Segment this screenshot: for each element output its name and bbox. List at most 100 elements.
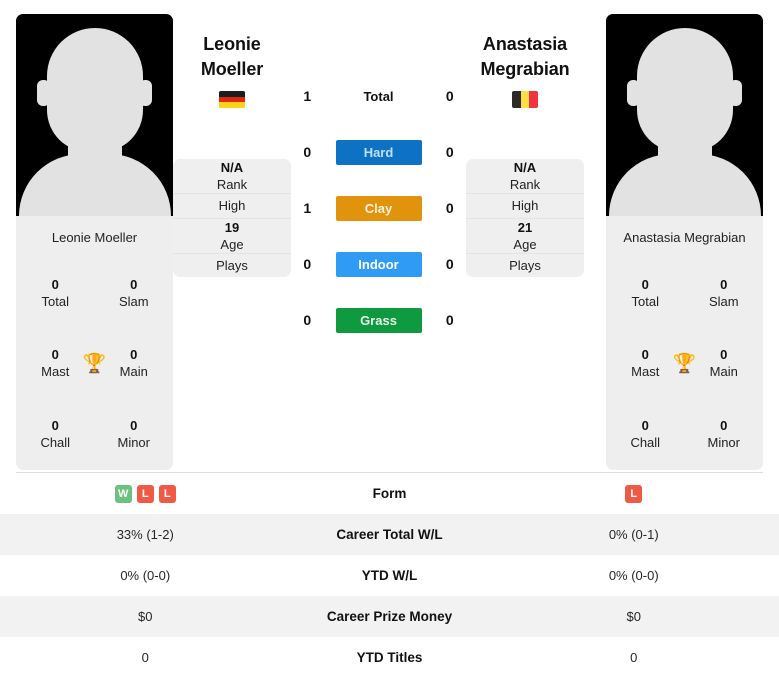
title-label: Chall [40,435,71,451]
players-comparison-header: Leonie Moeller 0 Total 0 Slam 0 Mast 🏆 0… [0,0,779,472]
form-badge[interactable]: L [136,484,154,503]
right-rank-label: Rank [509,177,541,192]
left-plays-label: Plays [216,257,248,273]
left-player-titles: 0 Total 0 Slam 0 Mast 🏆 0 Main 0 Chall 0… [16,258,173,470]
stat-label-ytd-wl: YTD W/L [361,568,418,583]
surface-label-total: Total [363,88,394,104]
left-career-total-wl: 33% (1-2) [116,527,174,542]
stat-label-career-prize-money: Career Prize Money [326,609,453,624]
silhouette-body-icon [18,154,171,216]
surface-row-grass: 0 Grass 0 [291,292,466,348]
title-challenger: 0 Chall [617,418,673,451]
trophy-icon: 🏆 [82,353,107,375]
flag-germany-icon [219,91,245,108]
form-badge[interactable]: W [114,484,132,503]
right-player-last-name: Megrabian [480,59,570,79]
left-high-row: High [173,194,291,219]
surface-right-value: 0 [445,88,454,104]
right-ytd-titles: 0 [630,650,638,665]
title-value: 0 [130,276,138,292]
surface-row-indoor: 0 Indoor 0 [291,236,466,292]
title-value: 0 [51,418,59,434]
stat-row-ytd-titles: 0 YTD Titles 0 [0,637,779,678]
left-player-details: N/A Rank High 19 Age Plays [173,159,291,277]
stat-label-career-total-wl: Career Total W/L [336,527,443,542]
title-value: 0 [130,418,138,434]
title-challenger: 0 Chall [27,418,83,451]
surface-left-value: 1 [303,200,312,216]
right-player-name-block[interactable]: Anastasia Megrabian [466,14,584,132]
title-label: Total [41,293,69,309]
title-value: 0 [720,418,728,434]
left-player-first-name: Leonie [203,34,261,54]
titles-row: 0 Total 0 Slam [606,258,763,329]
right-age-row: 21 Age [466,219,584,254]
title-label: Chall [630,435,661,451]
left-form-cell: W L L [16,484,275,503]
right-plays-row: Plays [466,254,584,278]
title-main: 0 Main [106,347,162,380]
title-label: Main [709,364,738,380]
right-form-badges: L [505,484,764,503]
surface-right-value: 0 [445,256,454,272]
titles-row: 0 Chall 0 Minor [16,399,173,470]
form-badge[interactable]: L [625,484,643,503]
title-total: 0 Total [27,277,83,310]
right-player-card[interactable]: Anastasia Megrabian 0 Total 0 Slam 0 Mas… [606,14,763,470]
left-rank-value: N/A [220,160,244,175]
title-slam: 0 Slam [106,277,162,310]
right-player-name-caption: Anastasia Megrabian [606,216,763,258]
right-rank-value: N/A [513,160,537,175]
left-age-label: Age [220,236,244,252]
right-form-cell: L [505,484,764,503]
left-player-name-block[interactable]: Leonie Moeller [173,14,291,132]
title-value: 0 [641,418,649,434]
surface-label-clay[interactable]: Clay [335,195,422,221]
left-player-card[interactable]: Leonie Moeller 0 Total 0 Slam 0 Mast 🏆 0… [16,14,173,470]
left-ytd-titles: 0 [141,650,149,665]
title-main: 0 Main [696,347,752,380]
title-minor: 0 Minor [106,418,162,451]
titles-row: 0 Chall 0 Minor [606,399,763,470]
title-value: 0 [51,276,59,292]
surface-label-hard[interactable]: Hard [335,139,422,165]
title-value: 0 [641,347,649,363]
stat-label-form: Form [372,486,407,501]
silhouette-ear-left-icon [627,80,640,106]
surface-left-value: 0 [303,256,312,272]
titles-row: 0 Total 0 Slam [16,258,173,329]
title-label: Mast [631,364,660,380]
title-masters: 0 Mast [617,347,673,380]
title-label: Main [119,364,148,380]
stat-row-career-total-wl: 33% (1-2) Career Total W/L 0% (0-1) [0,514,779,555]
title-total: 0 Total [617,277,673,310]
surface-label-indoor[interactable]: Indoor [335,251,422,277]
left-player-name-caption: Leonie Moeller [16,216,173,258]
surface-label-grass[interactable]: Grass [335,307,422,333]
title-label: Slam [118,293,149,309]
right-player-avatar [606,14,763,216]
titles-row: 0 Mast 🏆 0 Main [606,329,763,400]
form-badge[interactable]: L [158,484,176,503]
surface-right-value: 0 [445,312,454,328]
title-slam: 0 Slam [696,277,752,310]
surface-row-clay: 1 Clay 0 [291,180,466,236]
title-minor: 0 Minor [696,418,752,451]
title-label: Total [631,293,659,309]
stat-row-ytd-wl: 0% (0-0) YTD W/L 0% (0-0) [0,555,779,596]
silhouette-ear-left-icon [37,80,50,106]
left-age-value: 19 [224,219,240,235]
surface-row-hard: 0 Hard 0 [291,124,466,180]
right-career-prize-money: $0 [626,609,641,624]
left-high-label: High [218,198,246,214]
left-form-badges: W L L [16,484,275,503]
stat-label-ytd-titles: YTD Titles [356,650,423,665]
right-player-first-name: Anastasia [482,34,568,54]
head-to-head-comparison: Leonie Moeller 0 Total 0 Slam 0 Mast 🏆 0… [0,0,779,678]
surface-left-value: 0 [303,144,312,160]
surface-right-value: 0 [445,200,454,216]
title-label: Minor [117,435,150,451]
title-label: Mast [41,364,70,380]
title-masters: 0 Mast [27,347,83,380]
trophy-icon: 🏆 [672,353,697,375]
